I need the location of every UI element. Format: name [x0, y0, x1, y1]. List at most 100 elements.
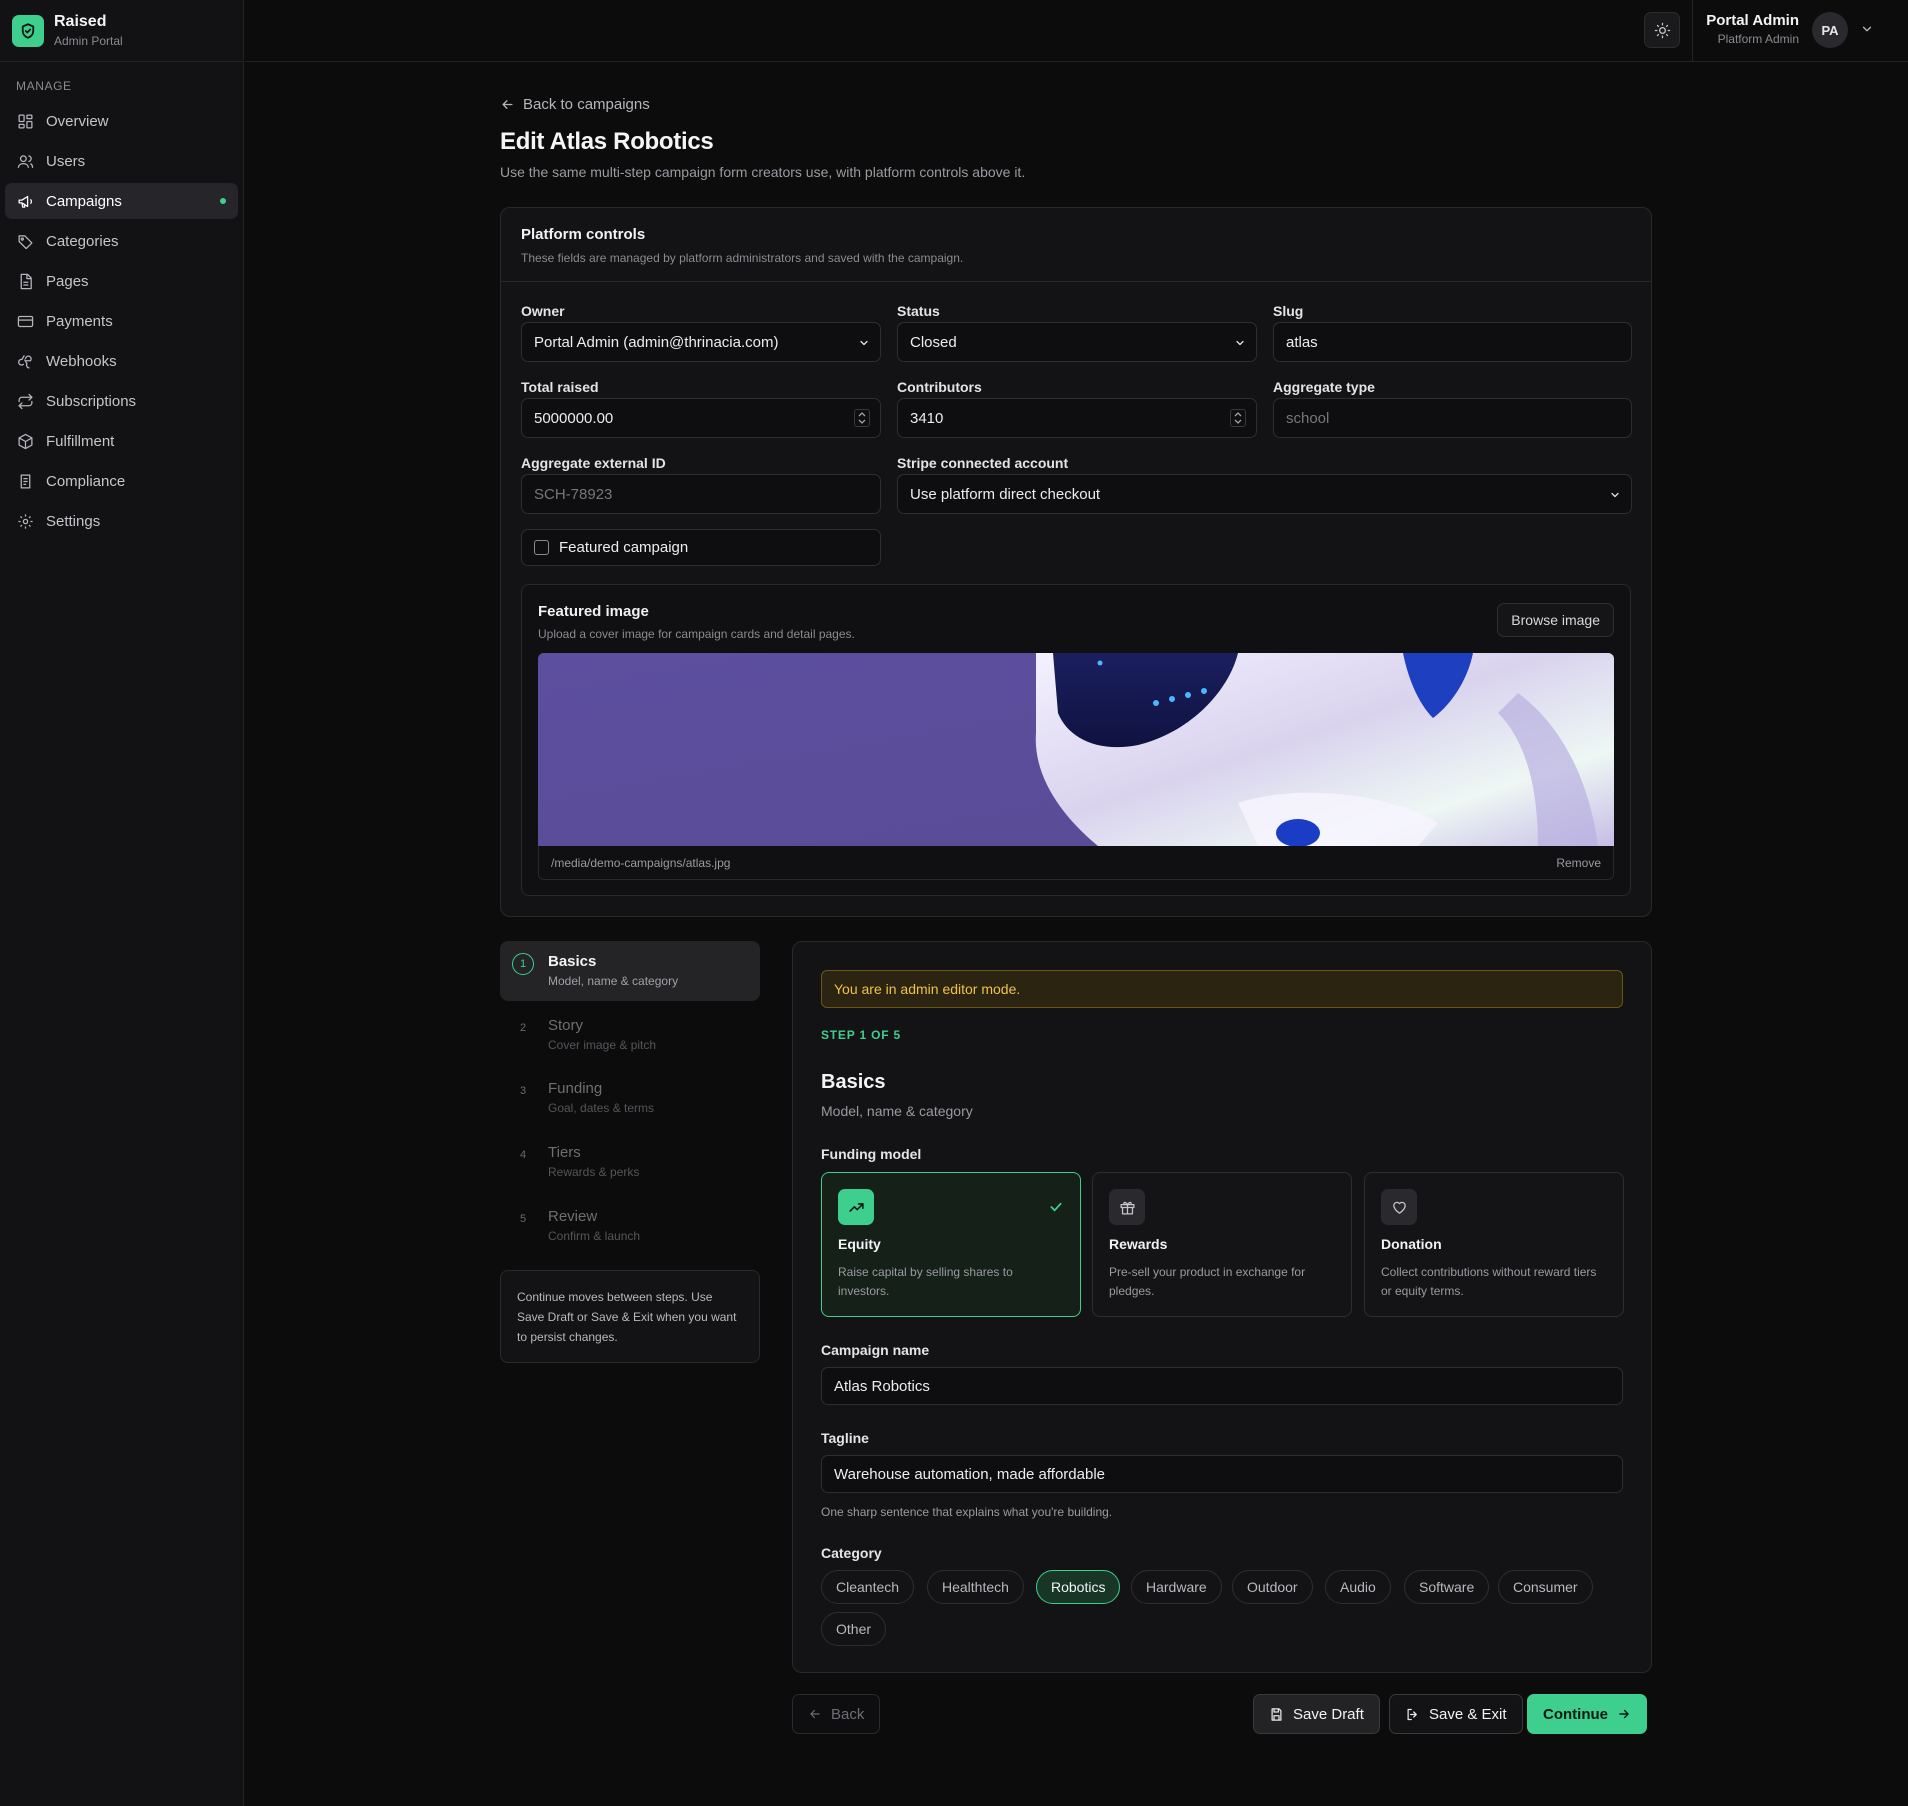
sidebar-item-subscriptions[interactable]: Subscriptions — [5, 383, 238, 419]
contributors-input[interactable]: 3410 — [897, 398, 1257, 438]
tagline-helper: One sharp sentence that explains what yo… — [821, 1505, 1113, 1519]
funding-model-rewards[interactable]: Rewards Pre-sell your product in exchang… — [1092, 1172, 1352, 1317]
sidebar-item-categories[interactable]: Categories — [5, 223, 238, 259]
step-title: Tiers — [548, 1144, 581, 1161]
category-chip-consumer[interactable]: Consumer — [1498, 1570, 1593, 1604]
category-chip-hardware[interactable]: Hardware — [1131, 1570, 1222, 1604]
sidebar-item-compliance[interactable]: Compliance — [5, 463, 238, 499]
tagline-input[interactable]: Warehouse automation, made affordable — [821, 1455, 1623, 1493]
chevron-down-icon — [1609, 489, 1621, 501]
total-raised-input[interactable]: 5000000.00 — [521, 398, 881, 438]
campaign-name-input[interactable]: Atlas Robotics — [821, 1367, 1623, 1405]
sidebar-item-label: Webhooks — [46, 352, 117, 370]
shield-check-icon — [12, 14, 44, 47]
step-funding[interactable]: 3 Funding Goal, dates & terms — [500, 1068, 760, 1128]
status-label: Status — [897, 303, 940, 319]
user-name: Portal Admin — [1706, 12, 1799, 29]
category-chip-healthtech[interactable]: Healthtech — [927, 1570, 1024, 1604]
model-name: Rewards — [1109, 1236, 1168, 1252]
step-story[interactable]: 2 Story Cover image & pitch — [500, 1005, 760, 1065]
category-chip-software[interactable]: Software — [1404, 1570, 1490, 1604]
step-tiers[interactable]: 4 Tiers Rewards & perks — [500, 1132, 760, 1192]
tagline-label: Tagline — [821, 1430, 869, 1446]
repeat-icon — [17, 393, 34, 410]
funding-model-donation[interactable]: Donation Collect contributions without r… — [1364, 1172, 1624, 1317]
user-menu-info[interactable]: Portal Admin Platform Admin — [1706, 12, 1799, 46]
featured-image-footer: /media/demo-campaigns/atlas.jpg Remove — [538, 846, 1614, 880]
category-chip-other[interactable]: Other — [821, 1612, 887, 1646]
sidebar-item-label: Payments — [46, 312, 113, 330]
chevron-down-icon[interactable] — [1860, 22, 1874, 36]
package-icon — [17, 433, 34, 450]
aggregate-type-input[interactable]: school — [1273, 398, 1632, 438]
status-select[interactable]: Closed — [897, 322, 1257, 362]
sidebar-item-pages[interactable]: Pages — [5, 263, 238, 299]
slug-label: Slug — [1273, 303, 1304, 319]
step-number: 4 — [519, 1149, 527, 1161]
funding-model-label: Funding model — [821, 1146, 922, 1162]
category-chip-cleantech[interactable]: Cleantech — [821, 1570, 915, 1604]
sidebar-item-users[interactable]: Users — [5, 143, 238, 179]
sidebar-item-campaigns[interactable]: Campaigns — [5, 183, 238, 219]
owner-select[interactable]: Portal Admin (admin@thrinacia.com) — [521, 322, 881, 362]
sidebar-item-payments[interactable]: Payments — [5, 303, 238, 339]
back-to-campaigns-link[interactable]: Back to campaigns — [500, 96, 650, 113]
slug-input[interactable]: atlas — [1273, 322, 1632, 362]
sidebar-item-label: Settings — [46, 512, 101, 530]
step-progress-label: STEP 1 OF 5 — [821, 1028, 901, 1042]
aggregate-external-id-input[interactable]: SCH-78923 — [521, 474, 881, 514]
total-raised-label: Total raised — [521, 379, 599, 395]
sidebar-item-label: Overview — [46, 112, 109, 130]
category-chip-outdoor[interactable]: Outdoor — [1232, 1570, 1313, 1604]
avatar[interactable]: PA — [1812, 12, 1848, 48]
sidebar-item-label: Campaigns — [46, 192, 122, 210]
featured-campaign-checkbox[interactable] — [534, 540, 549, 555]
sidebar-item-fulfillment[interactable]: Fulfillment — [5, 423, 238, 459]
save-draft-button[interactable]: Save Draft — [1253, 1694, 1380, 1734]
check-icon — [1048, 1199, 1064, 1215]
chevron-down-icon — [1234, 337, 1246, 349]
app-name: Raised — [54, 13, 107, 30]
page-title: Edit Atlas Robotics — [500, 128, 714, 155]
arrow-left-icon — [500, 97, 515, 112]
stepper-icon[interactable] — [1230, 409, 1246, 427]
back-button[interactable]: Back — [792, 1694, 881, 1734]
save-and-exit-button[interactable]: Save & Exit — [1389, 1694, 1523, 1734]
campaign-name-label: Campaign name — [821, 1342, 930, 1358]
form-subtitle: Model, name & category — [821, 1103, 973, 1119]
total-raised-value: 5000000.00 — [534, 409, 614, 427]
model-description: Raise capital by selling shares to inves… — [838, 1265, 1013, 1298]
sidebar-item-webhooks[interactable]: Webhooks — [5, 343, 238, 379]
sidebar-item-label: Compliance — [46, 472, 126, 490]
browse-image-button[interactable]: Browse image — [1497, 603, 1614, 637]
funding-model-equity[interactable]: Equity Raise capital by selling shares t… — [821, 1172, 1081, 1317]
brand[interactable]: Raised Admin Portal — [0, 0, 243, 62]
category-chip-robotics[interactable]: Robotics — [1036, 1570, 1121, 1604]
sidebar-item-settings[interactable]: Settings — [5, 503, 238, 539]
status-value: Closed — [910, 333, 957, 351]
back-link-label: Back to campaigns — [523, 96, 650, 113]
platform-controls-subtitle: These fields are managed by platform adm… — [521, 251, 964, 265]
step-description: Cover image & pitch — [548, 1038, 657, 1052]
credit-card-icon — [17, 313, 34, 330]
file-icon — [17, 273, 34, 290]
theme-toggle-button[interactable] — [1644, 12, 1680, 48]
step-number: 2 — [519, 1022, 527, 1034]
continue-button[interactable]: Continue — [1527, 1694, 1647, 1734]
remove-image-button[interactable]: Remove — [1556, 856, 1601, 870]
nav-heading: MANAGE — [16, 79, 72, 93]
featured-campaign-toggle[interactable]: Featured campaign — [521, 529, 881, 566]
step-review[interactable]: 5 Review Confirm & launch — [500, 1196, 760, 1256]
sidebar-nav: Overview Users Campaigns Categories Page… — [0, 103, 243, 539]
aggregate-type-label: Aggregate type — [1273, 379, 1375, 395]
category-chip-audio[interactable]: Audio — [1325, 1570, 1391, 1604]
featured-image-title: Featured image — [538, 603, 649, 620]
category-label: Category — [821, 1545, 882, 1561]
sidebar-item-overview[interactable]: Overview — [5, 103, 238, 139]
stripe-account-value: Use platform direct checkout — [910, 485, 1101, 503]
step-basics[interactable]: 1 Basics Model, name & category — [500, 941, 760, 1001]
owner-value: Portal Admin (admin@thrinacia.com) — [534, 333, 779, 351]
save-and-exit-label: Save & Exit — [1429, 1705, 1507, 1723]
stepper-icon[interactable] — [854, 409, 870, 427]
stripe-account-select[interactable]: Use platform direct checkout — [897, 474, 1632, 514]
